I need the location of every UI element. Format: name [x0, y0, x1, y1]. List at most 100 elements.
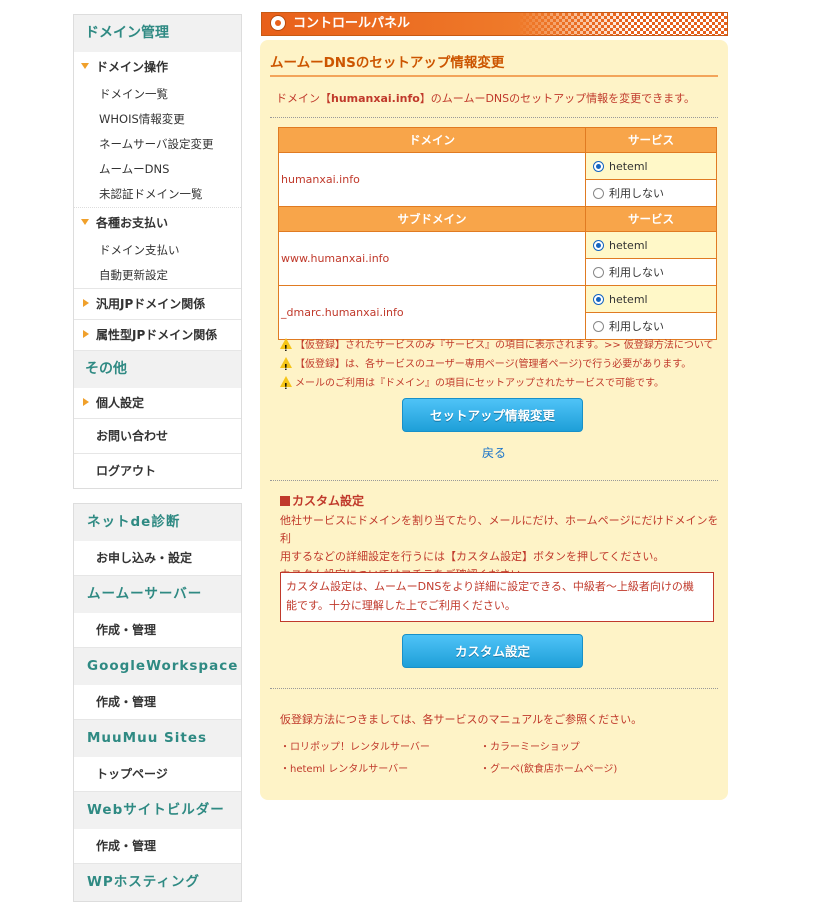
service-header-web-site-builder: Webサイトビルダー	[74, 791, 241, 829]
radio-checked-icon[interactable]	[593, 293, 604, 305]
back-link[interactable]: 戻る	[482, 444, 506, 461]
sidebar-cat-general-jp[interactable]: 汎用JPドメイン関係	[74, 288, 241, 319]
services-menu: ネットde診断 お申し込み・設定 ムームーサーバー 作成・管理 GoogleWo…	[73, 503, 242, 902]
warning-line: カスタム設定は、ムームーDNSをより詳細に設定できる、中級者～上級者向けの機	[286, 580, 694, 593]
radio-option-heteml[interactable]: heteml	[585, 152, 717, 180]
custom-warning-box: カスタム設定は、ムームーDNSをより詳細に設定できる、中級者～上級者向けの機 能…	[280, 572, 714, 622]
manual-link-heteml[interactable]: ・heteml レンタルサーバー	[280, 759, 430, 781]
note-text: 【仮登録】は、各サービスのユーザー専用ページ(管理者ページ)で行う必要があります…	[295, 359, 692, 370]
other-header: その他	[74, 350, 241, 388]
main-panel: ムームーDNSのセットアップ情報変更 ドメイン【humanxai.info】のム…	[260, 40, 728, 800]
triangle-down-icon	[81, 219, 89, 225]
triangle-right-icon	[83, 398, 89, 406]
guide-text: 仮登録方法につきましては、各サービスのマニュアルをご参照ください。	[280, 713, 643, 726]
radio-unchecked-icon[interactable]	[593, 188, 604, 199]
option-label: 利用しない	[609, 266, 664, 279]
radio-unchecked-icon[interactable]	[593, 321, 604, 332]
warning-icon	[280, 338, 292, 358]
radio-unchecked-icon[interactable]	[593, 267, 604, 278]
note-item: メールのご利用は『ドメイン』の項目にセットアップされたサービスで可能です。	[280, 374, 714, 396]
sidebar-item-nameserver[interactable]: ネームサーバ設定変更	[74, 132, 241, 157]
column-header-service: サービス	[585, 206, 717, 232]
square-bullet-icon	[280, 496, 290, 506]
sidebar-item-muumuu-server[interactable]: 作成・管理	[74, 613, 241, 647]
custom-section: カスタム設定 他社サービスにドメインを割り当てたり、メールにだけ、ホームページに…	[280, 492, 720, 584]
column-header-subdomain: サブドメイン	[278, 206, 586, 232]
manual-link-lolipop[interactable]: ・ロリポップ！レンタルサーバー	[280, 737, 430, 759]
sidebar-item-net-de-shindan[interactable]: お申し込み・設定	[74, 541, 241, 575]
sidebar: ドメイン管理 ドメイン操作 ドメイン一覧 WHOIS情報変更 ネームサーバ設定変…	[73, 14, 242, 902]
radio-checked-icon[interactable]	[593, 239, 604, 251]
triangle-right-icon	[83, 330, 89, 338]
sidebar-cat-label: 個人設定	[96, 396, 145, 410]
note-item: 【仮登録】されたサービスのみ『サービス』の項目に表示されます。>> 仮登録方法に…	[280, 336, 714, 358]
sidebar-item-domain-payment[interactable]: ドメイン支払い	[74, 238, 241, 263]
sidebar-item-web-site-builder[interactable]: 作成・管理	[74, 829, 241, 863]
service-header-net-de-shindan: ネットde診断	[74, 504, 241, 541]
manual-link-goope[interactable]: ・グーペ(飲食店ホームページ)	[480, 759, 617, 781]
intro-text: ドメイン【humanxai.info】のムームーDNSのセットアップ情報を変更で…	[276, 90, 695, 106]
sidebar-cat-label: ドメイン操作	[96, 60, 169, 74]
sidebar-item-domain-list[interactable]: ドメイン一覧	[74, 82, 241, 107]
radio-option-heteml[interactable]: heteml	[585, 285, 717, 313]
sidebar-item-google-workspace[interactable]: 作成・管理	[74, 685, 241, 719]
service-header-wp-hosting: WPホスティング	[74, 863, 241, 901]
radio-option-none[interactable]: 利用しない	[585, 258, 717, 286]
option-label: 利用しない	[609, 187, 664, 200]
sidebar-item-muumuu-sites[interactable]: トップページ	[74, 757, 241, 791]
domain-cell: humanxai.info	[278, 152, 586, 207]
note-item: 【仮登録】は、各サービスのユーザー専用ページ(管理者ページ)で行う必要があります…	[280, 355, 714, 377]
custom-desc-line: 他社サービスにドメインを割り当てたり、メールにだけ、ホームページにだけドメインを…	[280, 514, 719, 545]
sidebar-cat-payment[interactable]: 各種お支払い	[74, 208, 241, 238]
page-title: ムームーDNSのセットアップ情報変更	[270, 51, 718, 77]
sidebar-cat-attribute-jp[interactable]: 属性型JPドメイン関係	[74, 319, 241, 350]
notes: 【仮登録】されたサービスのみ『サービス』の項目に表示されます。>> 仮登録方法に…	[280, 336, 714, 396]
custom-title: カスタム設定	[280, 492, 720, 509]
manual-links-right: ・カラーミーショップ ・グーペ(飲食店ホームページ)	[480, 737, 617, 781]
gear-icon	[270, 15, 286, 31]
sidebar-item-whois[interactable]: WHOIS情報変更	[74, 107, 241, 132]
radio-checked-icon[interactable]	[593, 160, 604, 172]
option-label: heteml	[609, 159, 648, 173]
manual-link-colorme[interactable]: ・カラーミーショップ	[480, 737, 617, 759]
warning-icon	[280, 376, 292, 396]
sidebar-item-logout[interactable]: ログアウト	[74, 453, 241, 488]
custom-settings-button[interactable]: カスタム設定	[402, 634, 583, 668]
note-text[interactable]: 【仮登録】されたサービスのみ『サービス』の項目に表示されます。>> 仮登録方法に…	[295, 340, 714, 351]
triangle-right-icon	[83, 299, 89, 307]
intro-prefix: ドメイン【	[276, 92, 331, 105]
submit-setup-button[interactable]: セットアップ情報変更	[402, 398, 583, 432]
option-label: heteml	[609, 292, 648, 306]
sidebar-cat-personal[interactable]: 個人設定	[74, 388, 241, 418]
sidebar-item-contact[interactable]: お問い合わせ	[74, 418, 241, 453]
domain-management-menu: ドメイン管理 ドメイン操作 ドメイン一覧 WHOIS情報変更 ネームサーバ設定変…	[73, 14, 242, 489]
warning-icon	[280, 357, 292, 377]
radio-option-none[interactable]: 利用しない	[585, 179, 717, 207]
subdomain-cell: www.humanxai.info	[278, 231, 586, 286]
service-header-muumuu-server: ムームーサーバー	[74, 575, 241, 613]
subdomain-cell: _dmarc.humanxai.info	[278, 285, 586, 340]
manual-links-left: ・ロリポップ！レンタルサーバー ・heteml レンタルサーバー	[280, 737, 430, 781]
divider	[270, 117, 718, 118]
sidebar-cat-domain-ops[interactable]: ドメイン操作	[74, 52, 241, 82]
intro-domain: humanxai.info	[331, 92, 420, 105]
note-text: メールのご利用は『ドメイン』の項目にセットアップされたサービスで可能です。	[295, 378, 664, 389]
warning-line: 能です。十分に理解した上でご利用ください。	[286, 599, 516, 612]
column-header-domain: ドメイン	[278, 127, 586, 153]
sidebar-cat-label: 属性型JPドメイン関係	[96, 328, 218, 342]
intro-suffix: 】のムームーDNSのセットアップ情報を変更できます。	[419, 92, 696, 105]
option-label: heteml	[609, 238, 648, 252]
sidebar-item-unverified[interactable]: 未認証ドメイン一覧	[74, 182, 241, 208]
custom-desc-line: 用するなどの詳細設定を行うには【カスタム設定】ボタンを押してください。	[280, 550, 665, 563]
column-header-service: サービス	[585, 127, 717, 153]
radio-option-heteml[interactable]: heteml	[585, 231, 717, 259]
control-panel-titlebar: コントロールパネル	[261, 12, 728, 36]
sidebar-cat-label: 各種お支払い	[96, 216, 169, 230]
service-header-muumuu-sites: MuuMuu Sites	[74, 719, 241, 757]
custom-title-text: カスタム設定	[292, 494, 365, 508]
triangle-down-icon	[81, 63, 89, 69]
service-header-google-workspace: GoogleWorkspace	[74, 647, 241, 685]
setup-table: ドメイン サービス humanxai.info heteml 利用しない サブド…	[278, 127, 717, 340]
sidebar-item-auto-renew[interactable]: 自動更新設定	[74, 263, 241, 288]
sidebar-item-muumuu-dns[interactable]: ムームーDNS	[74, 157, 241, 182]
